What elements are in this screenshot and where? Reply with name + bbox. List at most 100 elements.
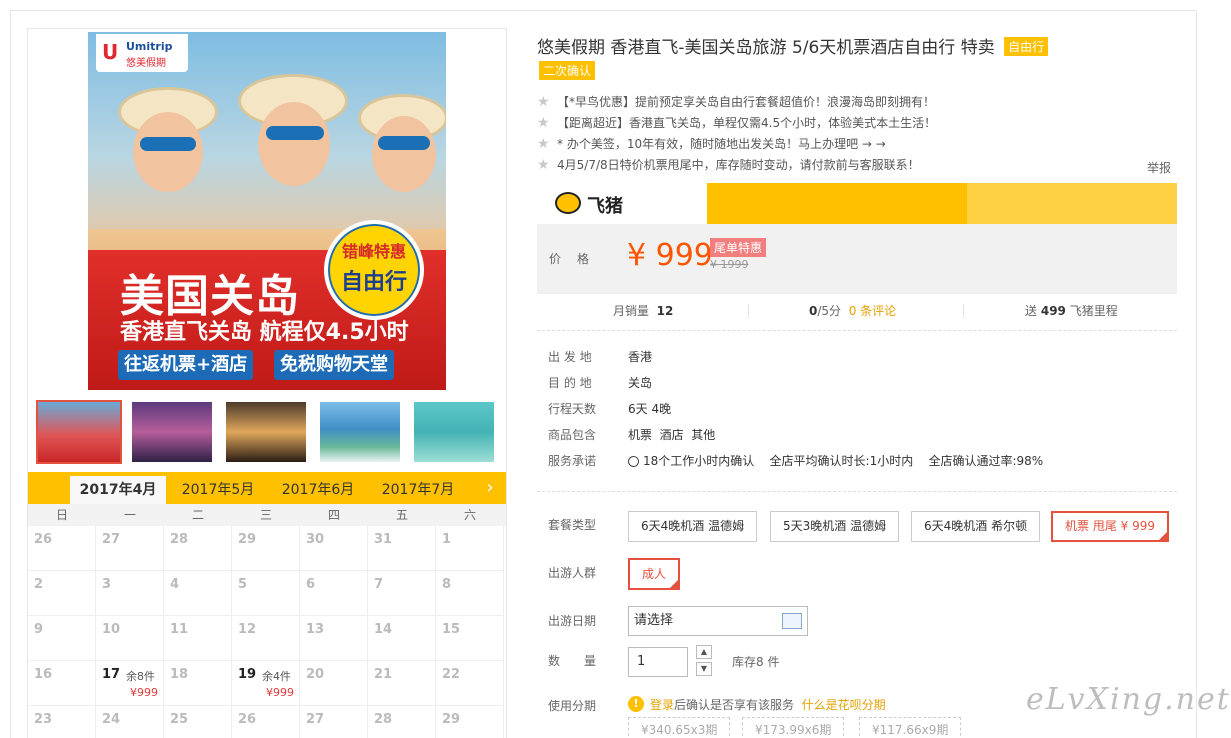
- fliggy-logo-icon: [555, 192, 581, 214]
- installment-option-6[interactable]: ¥173.99x6期: [742, 717, 845, 738]
- day-number: 29: [238, 532, 257, 547]
- main-product-image: 美国关岛 香港直飞关岛 航程仅4.5小时 往返机票+酒店 免税购物天堂 错峰特惠…: [88, 32, 446, 390]
- star-icon: ★: [537, 115, 550, 131]
- confirm-tag: 二次确认: [539, 61, 596, 80]
- chevron-right-icon[interactable]: ›: [480, 476, 500, 500]
- highlight-text: * 办个美签，10年有效，随时随地出发关岛！马上办理吧 → →: [557, 137, 886, 151]
- crowd-option-adult[interactable]: 成人: [628, 558, 680, 590]
- installment-option-9[interactable]: ¥117.66x9期: [859, 717, 962, 738]
- quantity-input[interactable]: 1: [628, 647, 688, 677]
- watermark: eLvXing.net: [1026, 682, 1231, 717]
- miles-value: 499: [1040, 304, 1066, 318]
- highlight-item: ★ 4月5/7/8日特价机票甩尾中，库存随时变动，请付款前与客服联系！: [537, 155, 1177, 176]
- weekday-label: 日: [55, 508, 68, 522]
- quantity-decrease-icon[interactable]: ▼: [696, 662, 712, 676]
- day-number: 31: [374, 532, 393, 547]
- thumbnail-1[interactable]: [36, 400, 122, 464]
- tab-month-3[interactable]: 2017年6月: [270, 476, 366, 504]
- weekday-label: 二: [191, 508, 204, 522]
- calendar-day: 13: [300, 616, 368, 661]
- tab-month-1[interactable]: 2017年4月: [70, 476, 166, 504]
- thumbnail-5[interactable]: [414, 402, 494, 462]
- package-option-1[interactable]: 6天4晚机酒 温德姆: [628, 511, 758, 542]
- weekday-label: 四: [327, 508, 340, 522]
- free-travel-tag: 自由行: [1004, 37, 1049, 56]
- calendar-day: 5: [232, 571, 300, 616]
- warning-icon: !: [628, 696, 644, 712]
- rating-suffix: /5分: [817, 304, 842, 318]
- info-days: 行程天数 6天 4晚: [548, 399, 671, 419]
- thumbnail-4[interactable]: [320, 402, 400, 462]
- promo-pill-left: 往返机票+酒店: [118, 350, 254, 380]
- sunglasses: [140, 137, 196, 151]
- info-value: 机票 酒店 其他: [628, 428, 716, 442]
- day-number: 27: [306, 712, 325, 727]
- thumbnail-3[interactable]: [226, 402, 306, 462]
- day-number: 6: [306, 577, 316, 592]
- package-option-3[interactable]: 6天4晚机酒 希尔顿: [911, 511, 1041, 542]
- tab-month-2[interactable]: 2017年5月: [170, 476, 266, 504]
- thumbnail-2[interactable]: [132, 402, 212, 462]
- day-number: 21: [374, 667, 393, 682]
- calendar-day-available[interactable]: 17 余8件 ¥999: [96, 661, 164, 706]
- quantity-increase-icon[interactable]: ▲: [696, 645, 712, 659]
- calendar-day: 20: [300, 661, 368, 706]
- day-number: 16: [34, 667, 53, 682]
- day-number: 3: [102, 577, 112, 592]
- weekday-label: 五: [395, 508, 408, 522]
- info-key: 服务承诺: [548, 454, 597, 468]
- price-label: 价格: [549, 252, 606, 266]
- sunglasses: [378, 136, 430, 150]
- day-number: 15: [442, 622, 461, 637]
- day-price: ¥999: [266, 686, 294, 699]
- package-option-4[interactable]: 机票 甩尾 ¥ 999: [1051, 511, 1169, 542]
- calendar-day: 22: [436, 661, 504, 706]
- day-number: 11: [170, 622, 189, 637]
- sales-value: 12: [656, 304, 674, 318]
- calendar-day: 31: [368, 526, 436, 571]
- check-circle-icon: [628, 456, 639, 467]
- calendar-day: 12: [232, 616, 300, 661]
- info-value: 18个工作小时内确认 全店平均确认时长:1小时内 全店确认通过率:98%: [643, 454, 1044, 468]
- calendar-day: 25: [164, 706, 232, 738]
- calendar-day: 10: [96, 616, 164, 661]
- divider: [537, 330, 1177, 331]
- huabei-link[interactable]: 什么是花呗分期: [802, 698, 886, 712]
- product-title-text: 悠美假期 香港直飞-美国关岛旅游 5/6天机票酒店自由行 特卖: [537, 38, 995, 58]
- highlight-item: ★ 【*早鸟优惠】提前预定享关岛自由行套餐超值价！浪漫海岛即刻拥有！: [537, 92, 1177, 113]
- highlight-item: ★ * 办个美签，10年有效，随时随地出发关岛！马上办理吧 → →: [537, 134, 1177, 155]
- miles-suffix: 飞猪里程: [1069, 304, 1118, 318]
- day-number: 19: [238, 667, 257, 682]
- info-key: 行程天数: [548, 402, 597, 416]
- calendar-weekdays: 日一二三四五六: [28, 504, 506, 526]
- installment-option-3[interactable]: ¥340.65x3期: [628, 717, 731, 738]
- person-face: [258, 102, 330, 186]
- thumbnail-strip: [36, 400, 496, 464]
- weekday-label: 六: [463, 508, 476, 522]
- calendar-day: 8: [436, 571, 504, 616]
- person-face: [133, 112, 203, 192]
- package-option-2[interactable]: 5天3晚机酒 温德姆: [770, 511, 900, 542]
- calendar-day: 11: [164, 616, 232, 661]
- calendar-day-available[interactable]: 19 余4件 ¥999: [232, 661, 300, 706]
- calendar-day: 30: [300, 526, 368, 571]
- installment-info: 登录后确认是否享有该服务 什么是花呗分期: [650, 696, 886, 713]
- day-number: 9: [34, 622, 44, 637]
- stock-text: 库存8 件: [732, 655, 780, 669]
- login-link[interactable]: 登录: [650, 698, 674, 712]
- weekday-label: 一: [123, 508, 136, 522]
- rating: 0/5分 0 条评论: [809, 302, 896, 319]
- calendar-day: 23: [28, 706, 96, 738]
- day-remaining: 余8件: [126, 670, 155, 683]
- calendar-day: 18: [164, 661, 232, 706]
- calendar-icon[interactable]: [782, 613, 802, 629]
- weekday-label: 三: [259, 508, 272, 522]
- day-number: 17: [102, 667, 121, 682]
- day-number: 28: [170, 532, 189, 547]
- day-number: 30: [306, 532, 325, 547]
- tab-month-4[interactable]: 2017年7月: [370, 476, 466, 504]
- reviews-link[interactable]: 0 条评论: [849, 304, 896, 318]
- date-input[interactable]: 请选择: [628, 606, 808, 636]
- day-number: 23: [34, 712, 53, 727]
- report-link[interactable]: 举报: [1147, 159, 1171, 176]
